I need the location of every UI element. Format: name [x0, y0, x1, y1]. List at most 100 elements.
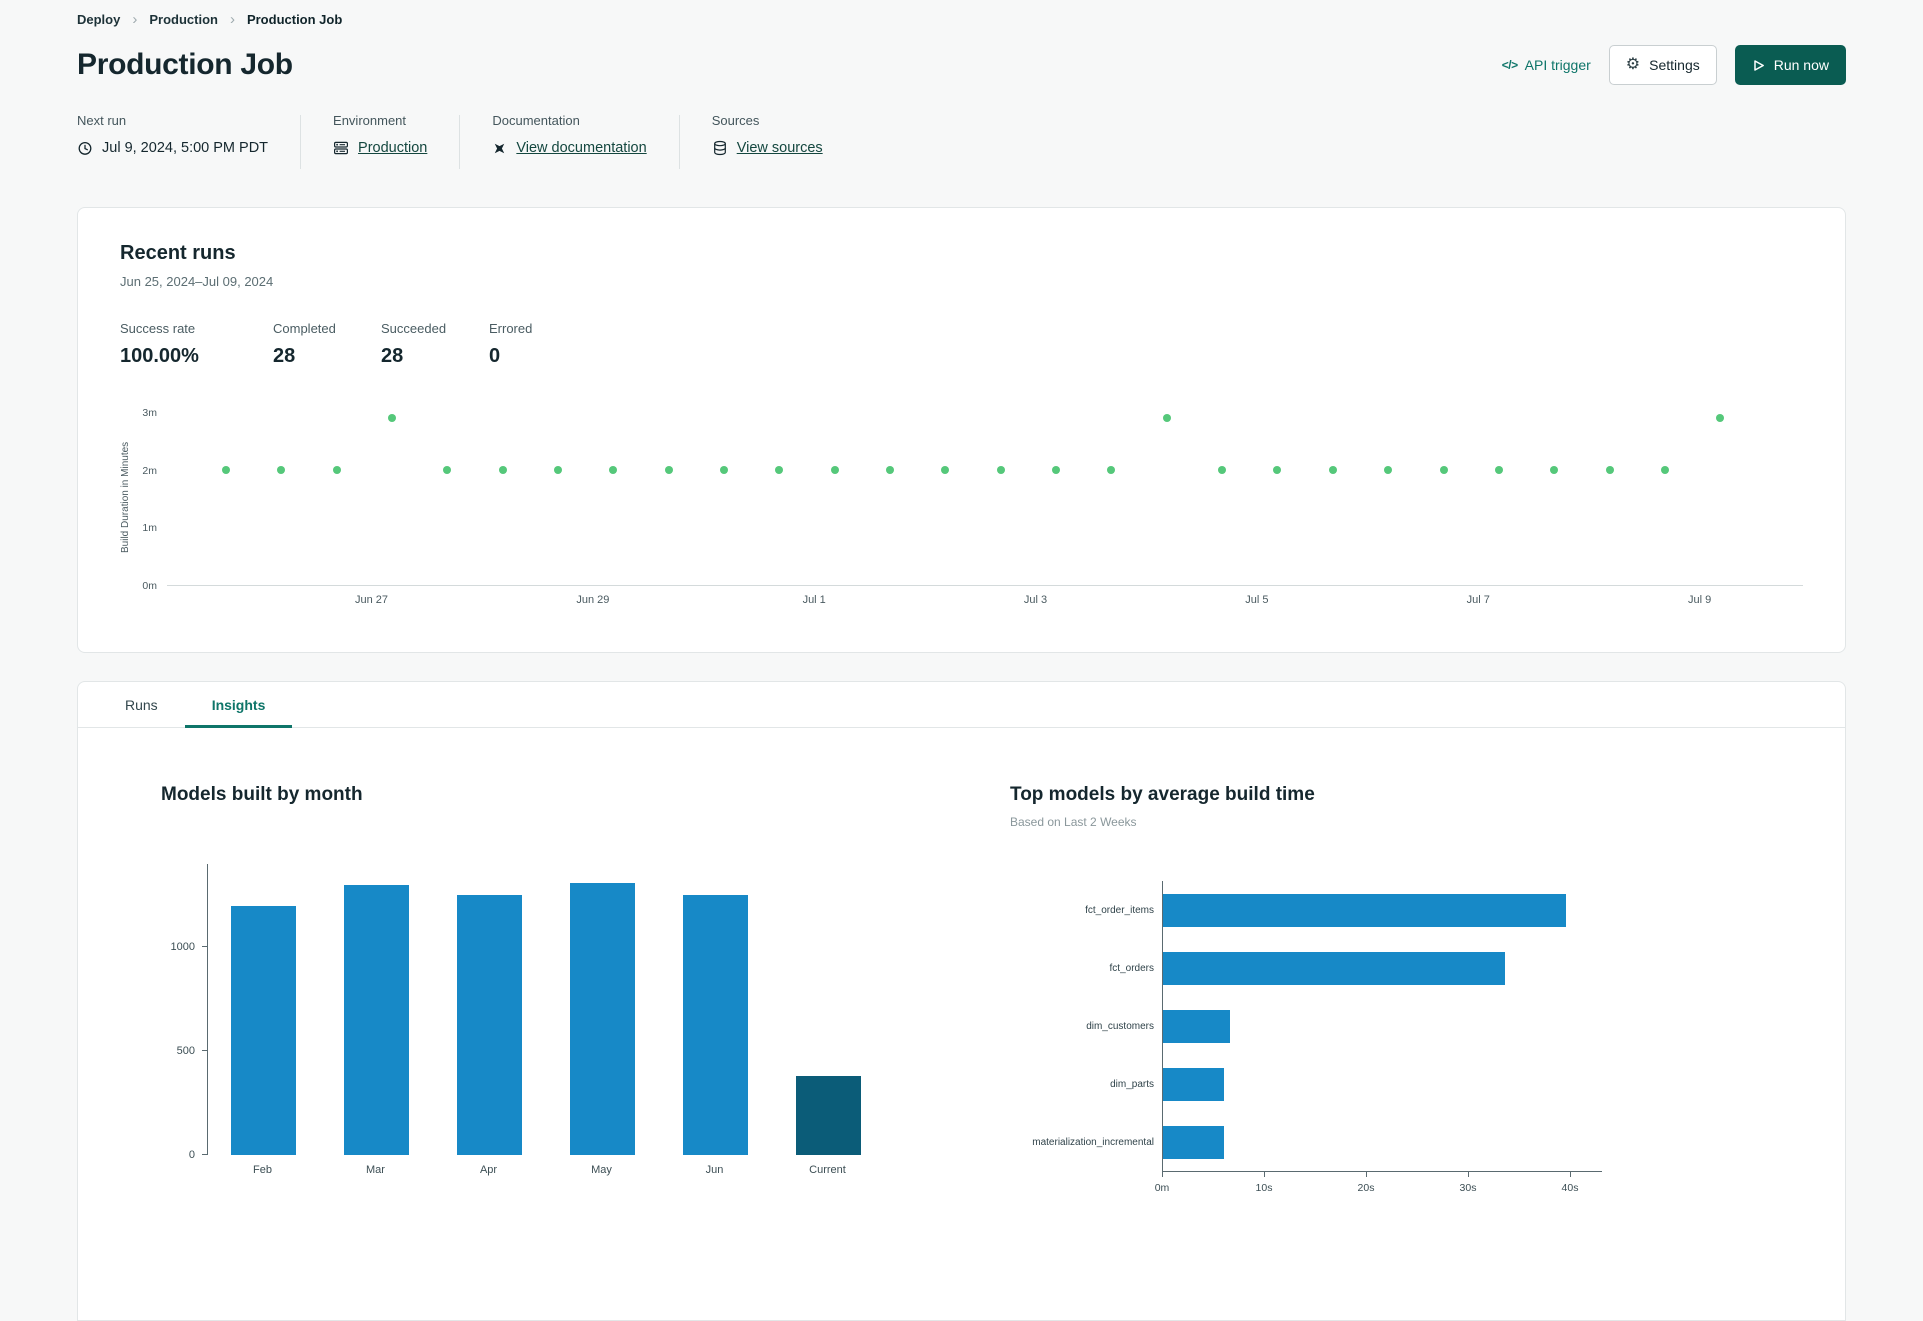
model-label: fct_order_items — [1085, 904, 1154, 916]
scatter-xtick-label: Jun 27 — [354, 594, 389, 606]
top-models-chart: Top models by average build time Based o… — [1010, 784, 1602, 1201]
meta-label: Sources — [711, 113, 760, 128]
run-now-button[interactable]: Run now — [1734, 45, 1846, 85]
run-duration-dot[interactable] — [664, 465, 673, 474]
divider — [300, 115, 302, 169]
run-duration-dot[interactable] — [775, 465, 784, 474]
recent-runs-date-range: Jun 25, 2024–Jul 09, 2024 — [120, 274, 274, 289]
vbar-xtick-label: May — [591, 1164, 612, 1176]
vbar-ytick-label: 1000 — [170, 941, 195, 954]
meta-next-run: Next run Jul 9, 2024, 5:00 PM PDT — [77, 113, 268, 169]
tick-mark — [1264, 1172, 1265, 1177]
tick-mark — [1468, 1172, 1469, 1177]
run-duration-dot[interactable] — [332, 465, 341, 474]
run-duration-dot[interactable] — [830, 465, 839, 474]
next-run-value: Jul 9, 2024, 5:00 PM PDT — [102, 140, 269, 156]
view-sources-link[interactable]: View sources — [737, 140, 823, 156]
run-duration-dot[interactable] — [720, 465, 728, 474]
run-duration-dot[interactable] — [498, 465, 507, 474]
run-duration-dot[interactable] — [553, 465, 562, 474]
view-documentation-link[interactable]: View documentation — [516, 140, 646, 156]
breadcrumb-deploy[interactable]: Deploy — [77, 12, 120, 27]
run-duration-dot[interactable] — [1273, 465, 1282, 474]
recent-runs-title: Recent runs — [120, 242, 236, 264]
hbar-xtick-label: 0m — [1154, 1182, 1170, 1194]
model-label: dim_parts — [1110, 1078, 1154, 1090]
hbar-xtick-label: 10s — [1255, 1182, 1273, 1194]
scatter-y-axis-label: Build Duration in Minutes — [120, 441, 131, 553]
tick-mark — [1366, 1172, 1367, 1177]
tab-bar: Runs Insights — [78, 682, 1845, 728]
hbar-xtick-label: 20s — [1357, 1182, 1375, 1194]
database-icon — [713, 140, 726, 156]
divider — [459, 115, 461, 169]
tick-mark — [1570, 1172, 1571, 1177]
api-trigger-link[interactable]: </> API trigger — [1502, 57, 1591, 73]
hbar-row: fct_order_items — [1010, 881, 1602, 939]
page-header: Production Job </> API trigger ⚙ Setting… — [77, 45, 1846, 85]
run-duration-dot[interactable] — [1162, 413, 1171, 422]
run-duration-dot[interactable] — [277, 465, 286, 474]
run-duration-dot[interactable] — [1605, 465, 1614, 474]
run-duration-dot[interactable] — [1218, 465, 1227, 474]
run-duration-dot[interactable] — [886, 465, 895, 474]
environment-link[interactable]: Production — [358, 140, 427, 156]
hbar-row: fct_orders — [1010, 939, 1602, 997]
scatter-ytick-label: 1m — [142, 522, 157, 535]
models-built-chart: Models built by month 0 500 1000 Feb Mar Apr… — [161, 784, 1002, 1181]
run-duration-dot[interactable] — [1494, 465, 1503, 474]
page: Deploy › Production › Production Job Pro… — [0, 0, 1923, 1321]
top-models-chart-title: Top models by average build time — [1010, 784, 1315, 805]
tab-insights[interactable]: Insights — [184, 682, 293, 728]
breadcrumb-current: Production Job — [246, 12, 343, 27]
breadcrumb-production[interactable]: Production — [149, 12, 218, 27]
gear-icon: ⚙ — [1625, 56, 1641, 73]
run-duration-dot[interactable] — [1439, 465, 1448, 474]
vbar-xtick-label: Feb — [253, 1164, 272, 1176]
run-duration-dot[interactable] — [996, 465, 1005, 474]
top-models-chart-subtitle: Based on Last 2 Weeks — [1010, 815, 1137, 829]
tab-runs[interactable]: Runs — [98, 682, 185, 727]
run-duration-dot[interactable] — [609, 465, 618, 474]
run-duration-dot[interactable] — [941, 465, 950, 474]
scatter-xtick-label: Jul 1 — [802, 594, 826, 606]
run-duration-dot[interactable] — [1550, 465, 1559, 474]
models-built-chart-title: Models built by month — [161, 784, 363, 805]
scatter-ytick-label: 0m — [142, 580, 157, 592]
stat-success-rate: Success rate 100.00% — [120, 321, 199, 367]
run-duration-dot[interactable] — [1384, 465, 1393, 474]
stat-completed: Completed 28 — [273, 321, 336, 367]
api-trigger-label: API trigger — [1524, 57, 1591, 73]
hbar-row: dim_parts — [1010, 1055, 1602, 1113]
run-duration-dot[interactable] — [1328, 465, 1337, 474]
clock-icon — [78, 141, 92, 155]
hbar-xtick-label: 40s — [1561, 1182, 1579, 1194]
scatter-xtick-label: Jul 7 — [1466, 594, 1490, 606]
vbar-plot — [207, 864, 1002, 1155]
run-duration-dot[interactable] — [387, 413, 396, 422]
month-bar-current — [796, 1076, 861, 1155]
settings-label: Settings — [1649, 57, 1700, 73]
build-time-bar — [1163, 893, 1566, 927]
recent-runs-card: Recent runs Jun 25, 2024–Jul 09, 2024 Su… — [77, 207, 1846, 653]
run-duration-dot[interactable] — [1107, 465, 1116, 474]
run-duration-dot[interactable] — [1052, 465, 1061, 474]
page-title: Production Job — [77, 48, 293, 81]
build-time-bar — [1163, 951, 1505, 985]
run-duration-dot[interactable] — [221, 465, 230, 474]
run-duration-dot[interactable] — [443, 465, 452, 474]
scatter-xtick-label: Jul 3 — [1023, 594, 1048, 606]
docs-icon — [495, 143, 505, 153]
run-duration-dot[interactable] — [1716, 413, 1725, 422]
meta-label: Documentation — [492, 113, 580, 128]
meta-sources: Sources View sources — [712, 113, 823, 169]
scatter-plot — [167, 408, 1803, 586]
settings-button[interactable]: ⚙ Settings — [1608, 45, 1717, 85]
vbar-xtick-label: Current — [809, 1164, 846, 1176]
header-actions: </> API trigger ⚙ Settings Run now — [1502, 45, 1846, 85]
stat-errored: Errored 0 — [489, 321, 533, 367]
divider — [678, 115, 680, 169]
tick-mark — [1162, 1172, 1163, 1177]
build-time-bar — [1163, 1067, 1225, 1101]
run-duration-dot[interactable] — [1660, 465, 1669, 474]
